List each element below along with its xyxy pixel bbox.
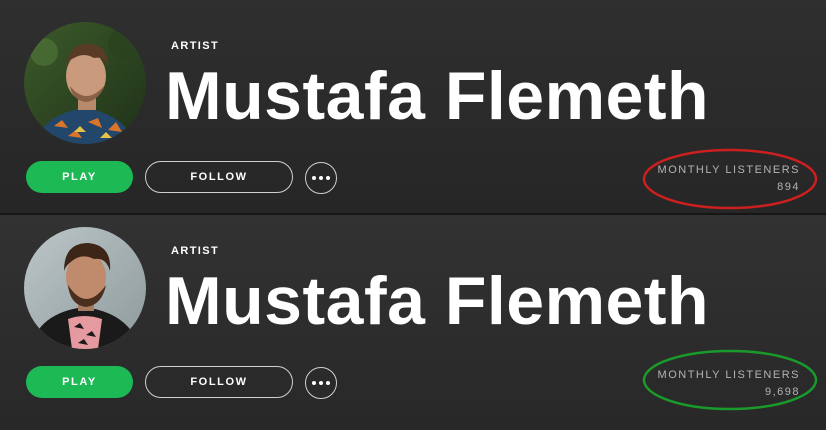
monthly-listeners-value: 894 [777, 181, 800, 193]
artist-header-after: ARTIST Mustafa Flemeth PLAY FOLLOW MONTH… [0, 215, 826, 430]
profile-type-label: ARTIST [171, 40, 220, 52]
ellipsis-icon [312, 176, 330, 180]
artist-header-before: ARTIST Mustafa Flemeth PLAY FOLLOW MONTH… [0, 0, 826, 215]
follow-button[interactable]: FOLLOW [145, 366, 293, 398]
monthly-listeners-value: 9,698 [764, 386, 800, 398]
monthly-listeners-label: MONTHLY LISTENERS [657, 164, 800, 176]
ellipsis-icon [312, 381, 330, 385]
follow-button[interactable]: FOLLOW [145, 161, 293, 193]
monthly-listeners: MONTHLY LISTENERS 9,698 [658, 369, 800, 398]
play-button[interactable]: PLAY [26, 366, 133, 398]
more-options-button[interactable] [305, 367, 337, 399]
artist-name: Mustafa Flemeth [165, 263, 710, 339]
more-options-button[interactable] [305, 162, 337, 194]
monthly-listeners: MONTHLY LISTENERS 894 [658, 164, 800, 193]
artist-name: Mustafa Flemeth [165, 58, 710, 134]
profile-type-label: ARTIST [171, 245, 220, 257]
monthly-listeners-label: MONTHLY LISTENERS [657, 369, 800, 381]
play-button[interactable]: PLAY [26, 161, 133, 193]
artist-avatar [24, 227, 146, 349]
artist-avatar [24, 22, 146, 144]
